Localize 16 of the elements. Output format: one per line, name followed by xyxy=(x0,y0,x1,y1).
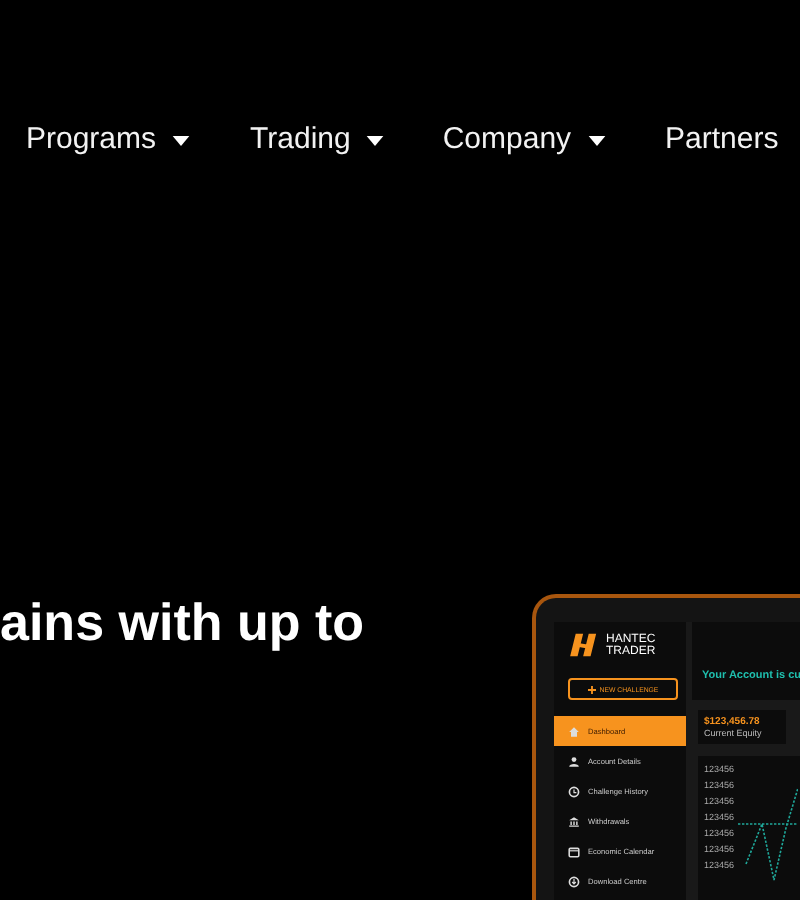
caret-icon xyxy=(366,135,385,145)
nav-link[interactable]: Trading xyxy=(250,122,385,158)
caret-icon xyxy=(587,135,606,145)
calendar-icon xyxy=(568,845,580,857)
hero-headline: ains with up to xyxy=(0,594,366,656)
nav-link[interactable]: Partners xyxy=(665,122,779,158)
home-icon xyxy=(568,725,580,737)
nav-link[interactable]: Company xyxy=(442,122,606,158)
plus-icon xyxy=(587,685,596,693)
nav-link[interactable]: Programs xyxy=(26,122,191,158)
caret-icon xyxy=(172,135,191,145)
logo-icon xyxy=(570,632,600,658)
download-icon xyxy=(568,875,580,887)
clock-icon xyxy=(568,785,580,797)
bank-icon xyxy=(568,815,580,827)
user-icon xyxy=(568,755,580,767)
